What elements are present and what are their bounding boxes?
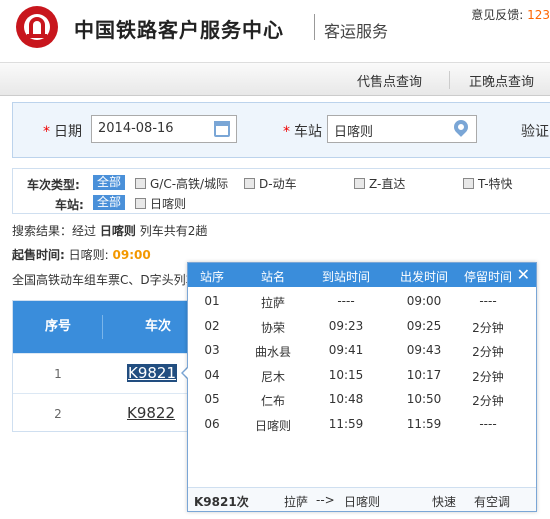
stop-arrive: 09:41 bbox=[328, 343, 364, 358]
nav-bar: 代售点查询 正晚点查询 bbox=[0, 62, 550, 96]
popup-footer: K9821次 拉萨 --> 日喀则 快速 有空调 bbox=[188, 487, 536, 511]
stop-depart: 11:59 bbox=[406, 417, 442, 431]
popup-header: 站序 站名 到站时间 出发时间 停留时间 ✕ bbox=[188, 263, 536, 287]
stop-stay: 2分钟 bbox=[472, 320, 504, 335]
station-all-button[interactable]: 全部 bbox=[93, 195, 126, 210]
stop-stay: 2分钟 bbox=[472, 394, 504, 409]
station-input[interactable]: 日喀则 bbox=[327, 115, 477, 143]
filter-panel: 车次类型: 全部 G/C-高铁/城际 D-动车 Z-直达 T-特快 车站: 全部… bbox=[12, 168, 550, 214]
stop-name: 曲水县 bbox=[254, 345, 291, 360]
stop-name: 尼木 bbox=[260, 369, 285, 384]
stop-no: 02 bbox=[204, 318, 220, 333]
station-option[interactable]: 日喀则 bbox=[135, 195, 186, 212]
stop-stay: 2分钟 bbox=[472, 345, 504, 360]
type-all-button[interactable]: 全部 bbox=[93, 175, 126, 190]
stop-name: 日喀则 bbox=[254, 419, 291, 433]
popup-to: 日喀则 bbox=[344, 495, 381, 509]
nav-delay-query[interactable]: 正晚点查询 bbox=[469, 71, 534, 90]
stop-name: 仁布 bbox=[260, 394, 285, 409]
stop-depart: 09:43 bbox=[406, 343, 442, 358]
type-option-gc[interactable]: G/C-高铁/城际 bbox=[135, 175, 228, 192]
type-option-t[interactable]: T-特快 bbox=[463, 175, 513, 192]
popup-speed: 快速 bbox=[432, 495, 457, 509]
feedback-link[interactable]: 意见反馈: 123 bbox=[471, 6, 550, 23]
stop-depart: 10:50 bbox=[406, 392, 442, 407]
stop-depart: 10:17 bbox=[406, 367, 442, 382]
nav-divider bbox=[449, 71, 450, 89]
stop-depart: 09:00 bbox=[406, 294, 442, 308]
feedback-label: 意见反馈: bbox=[471, 8, 524, 22]
search-panel: * 日期 2014-08-16 * 车站 日喀则 验证 bbox=[12, 102, 550, 158]
type-option-z[interactable]: Z-直达 bbox=[354, 175, 405, 192]
calendar-icon[interactable] bbox=[214, 121, 230, 137]
table-row[interactable]: 2 K9822 bbox=[13, 393, 213, 433]
site-brand: 中国铁路客户服务中心 bbox=[74, 18, 284, 42]
popup-ac: 有空调 bbox=[474, 495, 511, 509]
stop-depart: 09:25 bbox=[406, 318, 442, 333]
type-option-d[interactable]: D-动车 bbox=[244, 175, 297, 192]
feedback-count: 123 bbox=[527, 8, 550, 22]
checkbox-icon[interactable] bbox=[463, 178, 474, 189]
popup-col-arrive: 到站时间 bbox=[321, 270, 370, 284]
nav-agent-query[interactable]: 代售点查询 bbox=[357, 71, 422, 90]
stop-arrive: 10:48 bbox=[328, 392, 364, 407]
sale-time-line: 起售时间: 日喀则: 09:00 bbox=[12, 248, 151, 262]
popup-col-no: 站序 bbox=[199, 270, 224, 284]
search-result-summary: 搜索结果：经过 日喀则 列车共有2趟 bbox=[12, 224, 208, 238]
stop-no: 06 bbox=[204, 417, 220, 431]
train-type-label: 车次类型: bbox=[27, 178, 80, 192]
checkbox-icon[interactable] bbox=[244, 178, 255, 189]
station-label: * 车站 bbox=[283, 124, 322, 140]
site-header: 中国铁路客户服务中心 客运服务 意见反馈: 123 bbox=[0, 0, 550, 60]
stop-name: 协荣 bbox=[260, 320, 285, 335]
location-pin-icon[interactable] bbox=[451, 117, 471, 137]
checkbox-icon[interactable] bbox=[354, 178, 365, 189]
popup-col-stay: 停留时间 bbox=[463, 270, 512, 284]
stop-arrive: 10:15 bbox=[328, 367, 364, 382]
stop-stay: 2分钟 bbox=[472, 369, 504, 384]
date-input[interactable]: 2014-08-16 bbox=[91, 115, 237, 143]
stop-no: 03 bbox=[204, 343, 220, 358]
popup-pointer-inner bbox=[183, 367, 189, 379]
date-value: 2014-08-16 bbox=[98, 121, 174, 136]
popup-train-no: K9821次 bbox=[194, 495, 249, 509]
stop-stay: ---- bbox=[479, 294, 497, 308]
checkbox-icon[interactable] bbox=[135, 198, 146, 209]
train-link[interactable]: K9821 bbox=[127, 364, 178, 382]
station-filter-label: 车站: bbox=[55, 198, 84, 212]
station-value: 日喀则 bbox=[334, 125, 374, 140]
close-icon[interactable]: ✕ bbox=[517, 265, 530, 284]
stop-stay: ---- bbox=[479, 417, 497, 431]
stop-arrive: ---- bbox=[337, 294, 355, 308]
notice-line: 全国高铁动车组车票C、D字头列车 bbox=[12, 273, 198, 287]
stop-no: 01 bbox=[204, 294, 220, 308]
row-seq: 2 bbox=[54, 407, 62, 421]
stop-no: 04 bbox=[204, 367, 220, 382]
popup-arrow: --> bbox=[316, 493, 335, 507]
header-seq: 序号 bbox=[13, 301, 103, 353]
railway-logo-icon bbox=[16, 6, 58, 48]
stop-arrive: 11:59 bbox=[328, 417, 364, 431]
popup-from: 拉萨 bbox=[284, 495, 309, 509]
checkbox-icon[interactable] bbox=[135, 178, 146, 189]
stop-no: 05 bbox=[204, 392, 220, 407]
stop-arrive: 09:23 bbox=[328, 318, 364, 333]
stop-name: 拉萨 bbox=[260, 296, 285, 310]
site-subtitle: 客运服务 bbox=[324, 22, 389, 41]
brand-divider bbox=[314, 14, 315, 40]
date-label: * 日期 bbox=[43, 124, 82, 140]
row-seq: 1 bbox=[54, 367, 62, 381]
verify-label: 验证 bbox=[521, 124, 549, 140]
popup-col-depart: 出发时间 bbox=[399, 270, 448, 284]
popup-col-name: 站名 bbox=[260, 270, 285, 284]
train-stops-popup: 站序 站名 到站时间 出发时间 停留时间 ✕ 01 拉萨 ---- 09:00 ----… bbox=[187, 262, 537, 512]
train-link[interactable]: K9822 bbox=[127, 404, 175, 422]
